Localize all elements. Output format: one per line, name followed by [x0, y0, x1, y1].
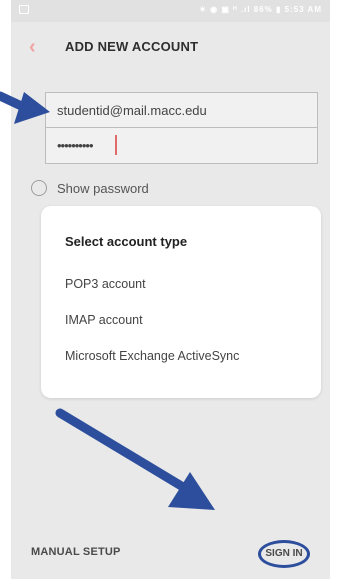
status-bar: ✶ ◉ ▣ ᴴ .ıl 86% ▮ 5:53 AM: [11, 0, 330, 22]
dialog-title: Select account type: [65, 234, 188, 249]
option-exchange[interactable]: Microsoft Exchange ActiveSync: [65, 349, 239, 363]
text-cursor: [115, 135, 117, 155]
status-icons: ✶ ◉ ▣ ᴴ .ıl 86% ▮ 5:53 AM: [199, 5, 322, 14]
app-header: ‹ ADD NEW ACCOUNT: [11, 22, 330, 72]
page-title: ADD NEW ACCOUNT: [65, 39, 199, 54]
password-field[interactable]: ••••••••••: [45, 128, 318, 164]
password-value: ••••••••••: [57, 138, 94, 153]
back-icon[interactable]: ‹: [29, 37, 43, 57]
manual-setup-button[interactable]: MANUAL SETUP: [31, 546, 121, 558]
image-icon: [19, 5, 29, 14]
option-pop3[interactable]: POP3 account: [65, 277, 146, 291]
email-field[interactable]: studentid@mail.macc.edu: [45, 92, 318, 128]
bottom-bar: MANUAL SETUP SIGN IN: [11, 530, 330, 579]
phone-screen: ✶ ◉ ▣ ᴴ .ıl 86% ▮ 5:53 AM ‹ ADD NEW ACCO…: [11, 0, 330, 579]
email-value: studentid@mail.macc.edu: [57, 103, 207, 118]
option-imap[interactable]: IMAP account: [65, 313, 143, 327]
radio-icon[interactable]: [31, 180, 47, 196]
sign-in-button[interactable]: SIGN IN: [258, 540, 310, 568]
account-type-dialog: Select account type POP3 account IMAP ac…: [41, 206, 321, 398]
show-password-label: Show password: [57, 181, 149, 196]
